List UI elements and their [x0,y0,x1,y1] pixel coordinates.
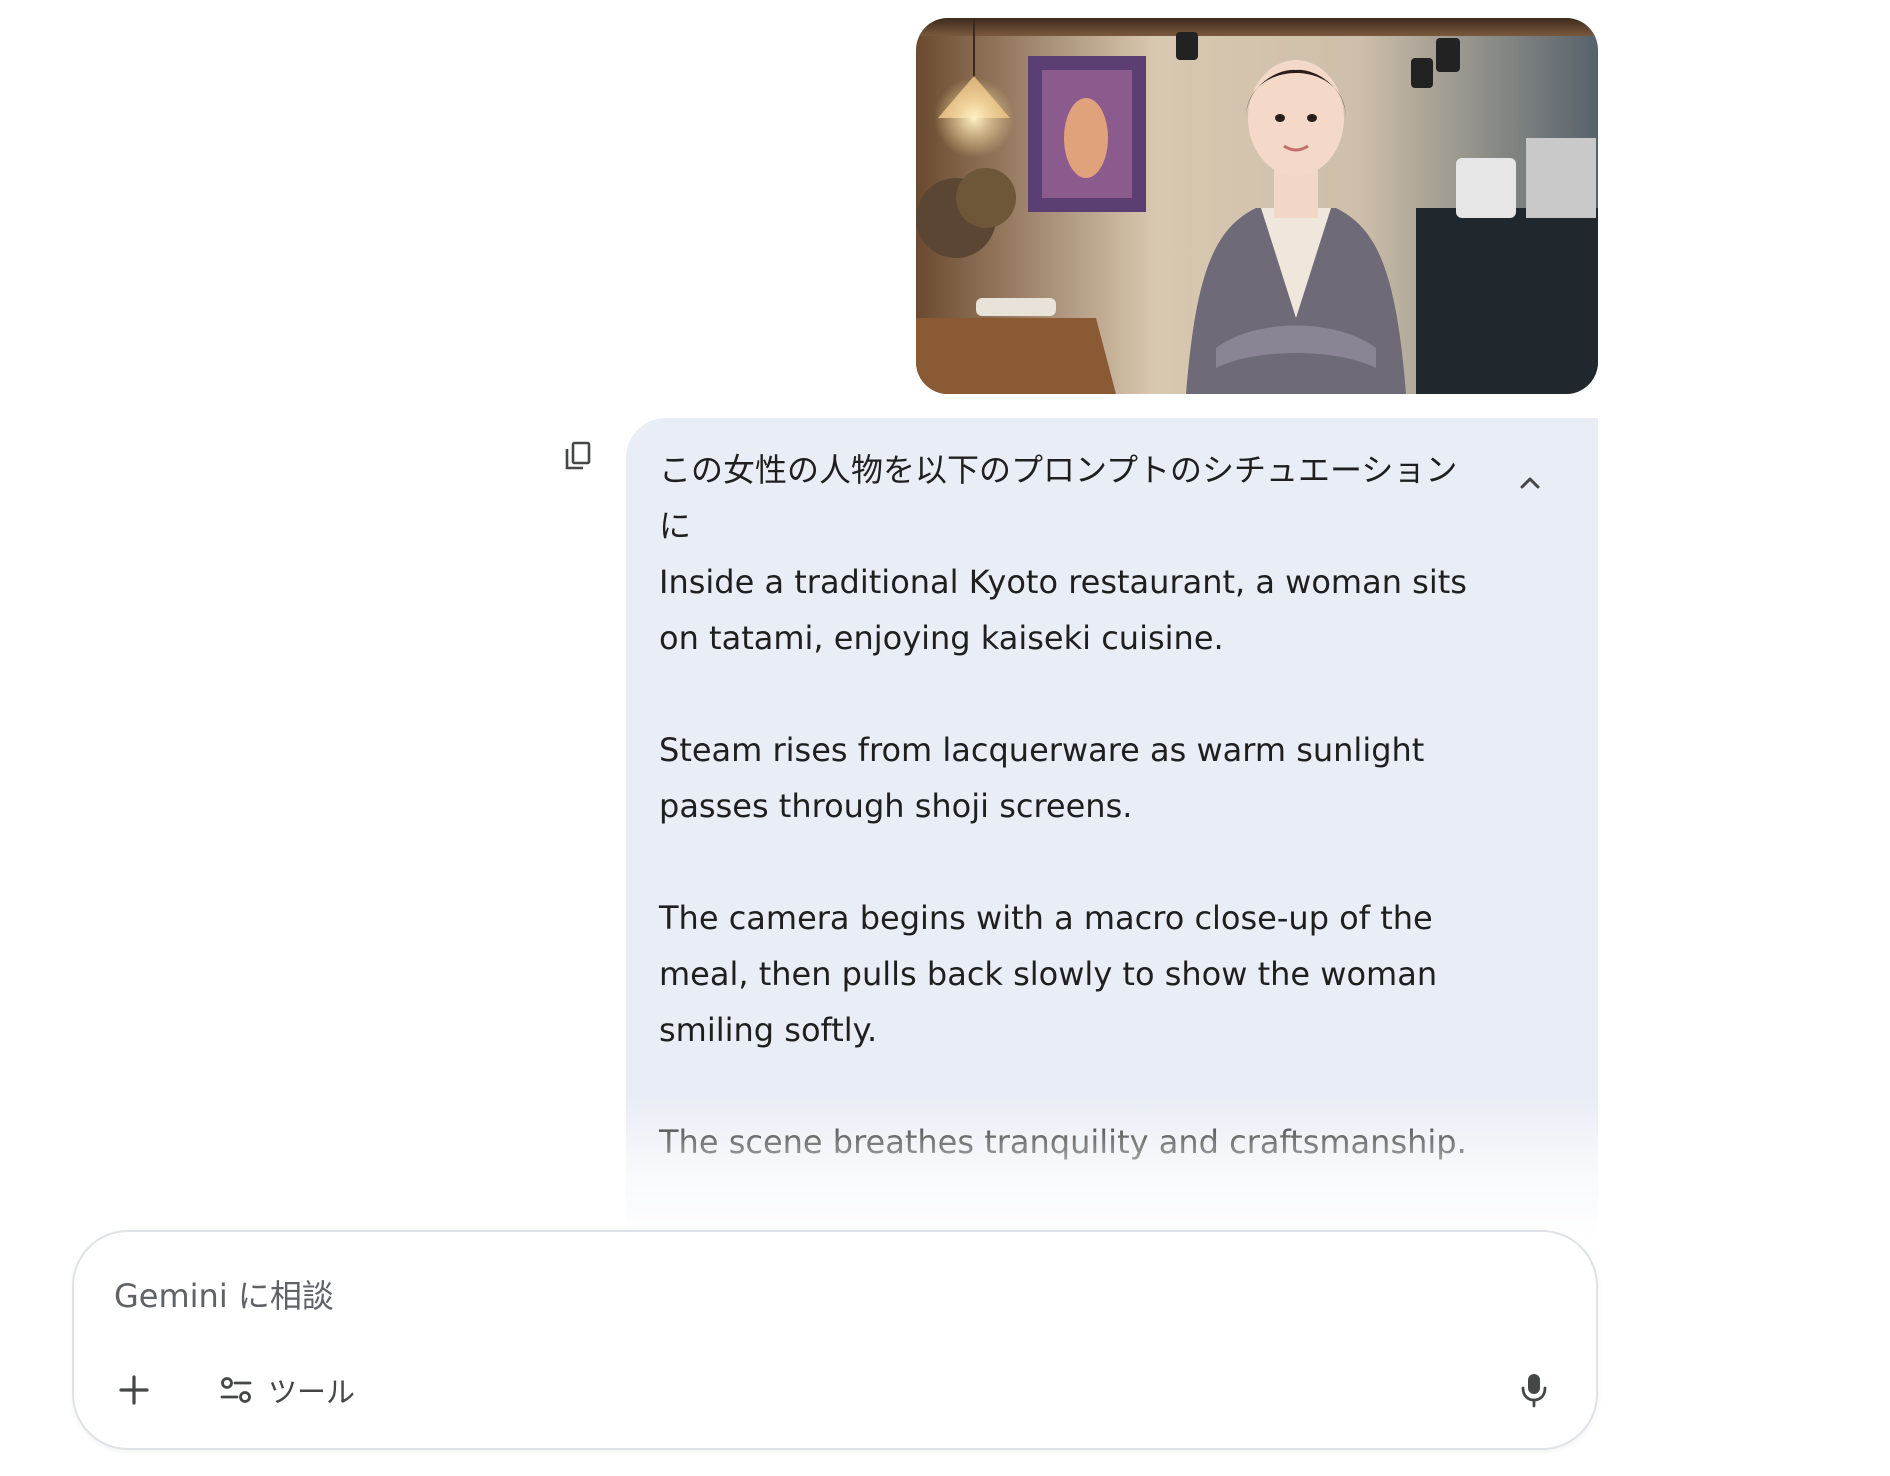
copy-button[interactable] [558,436,598,476]
message-line: The camera begins with a macro close-up … [659,899,1438,1049]
collapse-message-button[interactable] [1506,458,1554,506]
copy-icon [565,441,591,470]
prompt-input[interactable] [114,1268,1514,1324]
cafe-photo [916,18,1598,394]
message-line: Steam rises from lacquerware as warm sun… [659,731,1425,825]
microphone-button[interactable] [1504,1360,1564,1420]
user-message-bubble: この女性の人物を以下のプロンプトのシチュエーションに Inside a trad… [626,418,1598,1238]
message-line: この女性の人物を以下のプロンプトのシチュエーションに [659,451,1458,545]
chevron-up-icon [1520,477,1540,489]
plus-icon [119,1375,149,1405]
tools-button[interactable]: ツール [204,1360,371,1420]
message-line: Inside a traditional Kyoto restaurant, a… [659,563,1467,657]
add-attachment-button[interactable] [104,1360,164,1420]
tune-icon [220,1377,252,1403]
message-line: The scene breathes tranquility and craft… [659,1123,1467,1161]
user-message-text: この女性の人物を以下のプロンプトのシチュエーションに Inside a trad… [659,442,1489,1238]
tools-label: ツール [268,1375,356,1409]
prompt-composer: ツール [72,1230,1598,1450]
chat-page: この女性の人物を以下のプロンプトのシチュエーションに Inside a trad… [0,0,1890,1476]
mic-icon [1521,1374,1547,1408]
attached-image[interactable] [916,18,1598,394]
